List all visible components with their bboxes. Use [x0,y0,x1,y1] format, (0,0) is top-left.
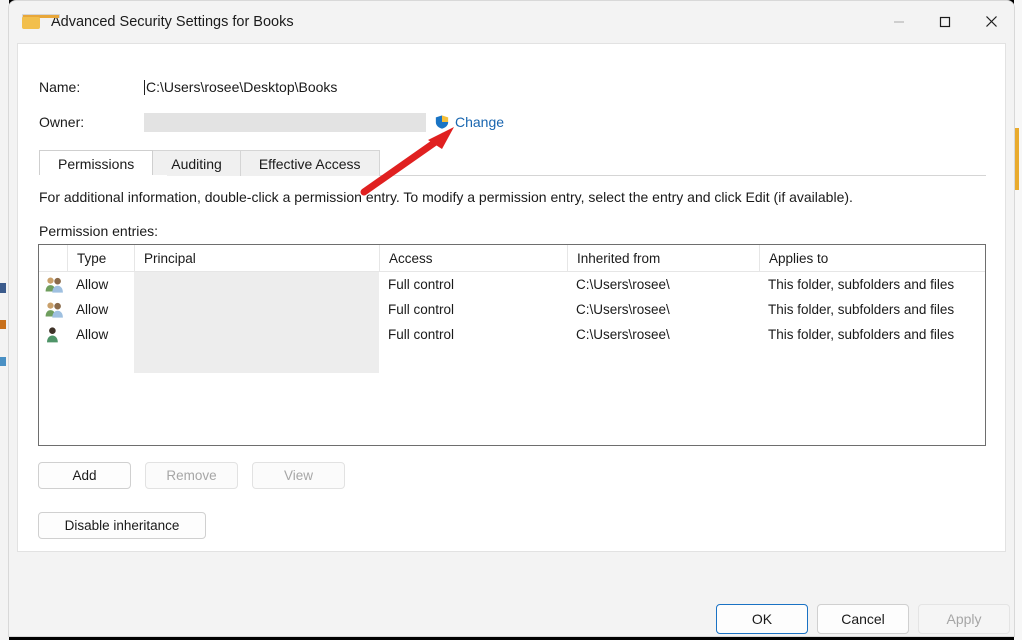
apply-button-label: Apply [946,611,981,627]
text-caret [144,80,145,95]
footer-separator [9,552,1014,553]
cell-access: Full control [379,277,567,292]
add-button-label: Add [72,468,96,483]
table-header-row: Type Principal Access Inherited from App… [39,245,985,272]
permission-entries-label: Permission entries: [39,223,158,239]
maximize-icon [939,16,951,28]
group-icon [39,276,67,293]
change-link-label: Change [455,114,504,130]
remove-button-label: Remove [166,468,216,483]
background-window-mark-amber [1015,128,1019,190]
owner-label: Owner: [39,114,144,130]
apply-button[interactable]: Apply [918,604,1010,634]
cell-access: Full control [379,327,567,342]
cell-applies-to: This folder, subfolders and files [759,327,985,342]
table-row[interactable]: Allow Full control C:\Users\rosee\ This … [39,272,985,297]
table-header-applies-to[interactable]: Applies to [759,245,985,272]
tab-permissions-label: Permissions [58,156,134,172]
background-window-mark-cyan [0,357,6,366]
table-header-principal[interactable]: Principal [134,245,379,272]
minimize-icon [893,16,905,28]
minimize-button[interactable] [876,1,922,42]
disable-inheritance-button[interactable]: Disable inheritance [38,512,206,539]
name-value-text: C:\Users\rosee\Desktop\Books [146,79,337,95]
cell-inherited-from: C:\Users\rosee\ [567,327,759,342]
table-header-inherited-from[interactable]: Inherited from [567,245,759,272]
cell-type: Allow [67,302,134,317]
cell-inherited-from: C:\Users\rosee\ [567,302,759,317]
ok-button[interactable]: OK [716,604,808,634]
table-row[interactable]: Allow Full control C:\Users\rosee\ This … [39,297,985,322]
disable-inheritance-button-label: Disable inheritance [65,518,180,533]
ok-button-label: OK [752,611,772,627]
advanced-security-settings-dialog: Advanced Security Settings for Books [8,0,1015,637]
uac-shield-icon [434,114,450,130]
change-owner-button[interactable]: Change [434,111,504,133]
group-icon [39,301,67,318]
user-icon [39,326,67,343]
cell-inherited-from: C:\Users\rosee\ [567,277,759,292]
background-window-right-edge [1014,0,1022,640]
add-button[interactable]: Add [38,462,131,489]
cancel-button-label: Cancel [841,611,885,627]
dialog-content-panel: Name: C:\Users\rosee\Desktop\Books Owner… [17,43,1006,552]
table-body: Allow Full control C:\Users\rosee\ This … [39,272,985,347]
cell-type: Allow [67,327,134,342]
cell-applies-to: This folder, subfolders and files [759,302,985,317]
tab-effective-access[interactable]: Effective Access [240,150,380,176]
info-text: For additional information, double-click… [39,189,853,205]
cancel-button[interactable]: Cancel [817,604,909,634]
close-button[interactable] [968,1,1014,42]
cell-access: Full control [379,302,567,317]
tabstrip: Permissions Auditing Effective Access [39,150,986,176]
window-controls [876,1,1014,42]
background-window-mark-blue [0,283,6,293]
tab-permissions[interactable]: Permissions [39,150,153,176]
active-tab-underline-cover [39,175,167,177]
table-header-access[interactable]: Access [379,245,567,272]
close-icon [985,15,998,28]
name-row: Name: C:\Users\rosee\Desktop\Books [39,76,337,98]
tab-auditing-label: Auditing [171,156,222,172]
name-label: Name: [39,79,144,95]
owner-row: Owner: [39,111,426,133]
table-header-type[interactable]: Type [67,245,134,272]
dialog-footer: OK Cancel Apply [9,552,1014,637]
window-title: Advanced Security Settings for Books [51,14,294,30]
table-header-icon[interactable] [39,245,67,272]
view-button-label: View [284,468,313,483]
name-value[interactable]: C:\Users\rosee\Desktop\Books [144,79,337,95]
title-bar: Advanced Security Settings for Books [9,1,1014,42]
remove-button[interactable]: Remove [145,462,238,489]
tab-effective-access-label: Effective Access [259,156,361,172]
maximize-button[interactable] [922,1,968,42]
table-row[interactable]: Allow Full control C:\Users\rosee\ This … [39,322,985,347]
cell-applies-to: This folder, subfolders and files [759,277,985,292]
background-window-mark-orange [0,320,6,329]
cell-type: Allow [67,277,134,292]
folder-icon [22,14,40,29]
view-button[interactable]: View [252,462,345,489]
tab-auditing[interactable]: Auditing [152,150,241,176]
permission-entries-table: Type Principal Access Inherited from App… [38,244,986,446]
owner-value-redacted [144,113,426,132]
